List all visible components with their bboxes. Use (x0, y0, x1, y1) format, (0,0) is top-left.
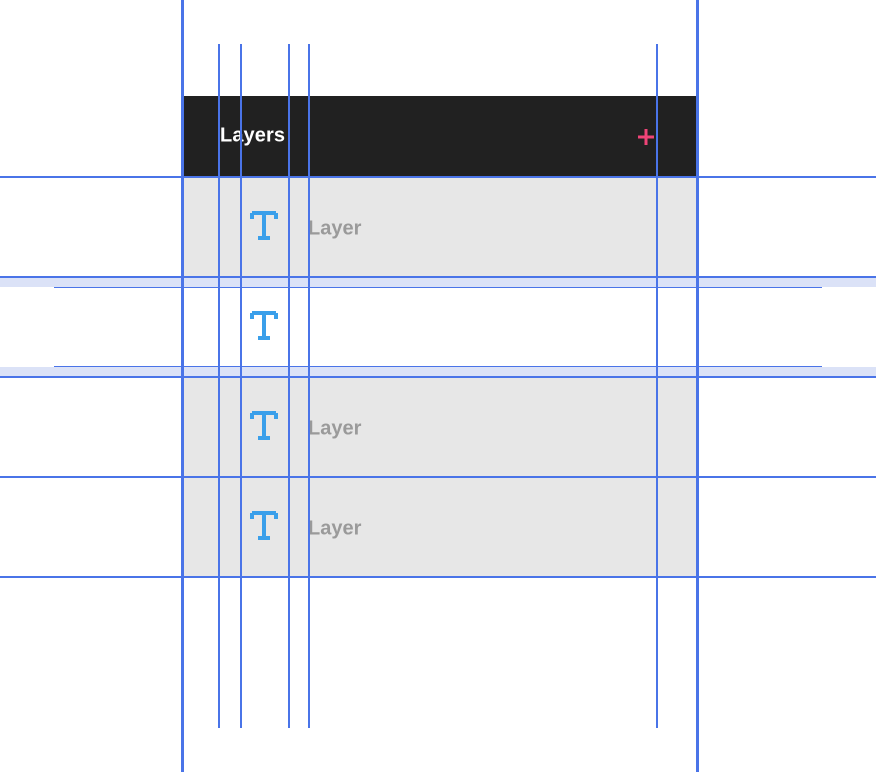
edit-band-bottom (0, 367, 876, 377)
layer-row[interactable]: Layer (182, 477, 698, 577)
text-type-icon (250, 411, 278, 441)
layer-row[interactable]: Layer (182, 177, 698, 277)
layer-name: Layer (308, 517, 362, 540)
layer-name: Layer (308, 217, 362, 240)
text-type-icon (250, 511, 278, 541)
edit-band-top (0, 277, 876, 287)
add-layer-button[interactable] (634, 126, 658, 148)
panel-title: Layers (220, 124, 286, 147)
layers-panel-header: Layers (182, 96, 698, 177)
plus-icon (638, 129, 654, 145)
layer-row-editing[interactable] (54, 287, 822, 367)
text-type-icon (250, 211, 278, 241)
layer-name: Layer (308, 417, 362, 440)
text-type-icon (250, 311, 278, 341)
layer-row[interactable]: Layer (182, 377, 698, 477)
